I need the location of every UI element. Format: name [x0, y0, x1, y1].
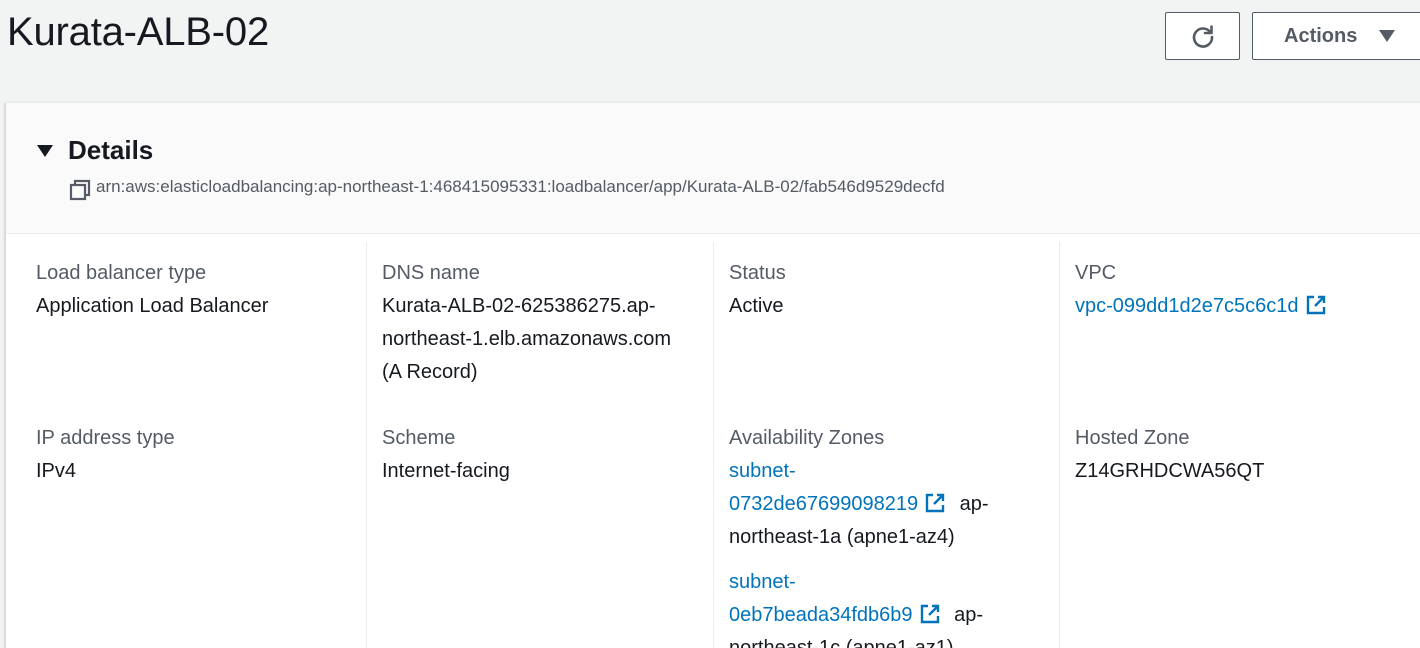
subnet-link[interactable]: 0eb7beada34fdb6b9 — [729, 604, 913, 626]
field-value: IPv4 — [36, 460, 77, 482]
page-title: Kurata-ALB-02 — [7, 10, 269, 54]
subnet-line: 0732de67699098219 ap- — [729, 488, 1049, 521]
status-value: Active — [729, 295, 784, 317]
field-label: VPC — [1075, 262, 1117, 284]
az-zone-name: northeast-1a (apne1-az4) — [729, 526, 955, 548]
field-scheme: Scheme Internet-facing — [382, 422, 702, 488]
az-zone-part: ap- — [959, 493, 989, 515]
field-value: Internet-facing — [382, 460, 510, 482]
az-zone-name: northeast-1c (apne1-az1) — [729, 637, 954, 648]
caret-down-icon — [1379, 30, 1396, 42]
field-label: Scheme — [382, 427, 456, 449]
details-heading[interactable]: Details — [68, 135, 153, 166]
field-label: DNS name — [382, 262, 480, 284]
az-zone-part: ap- — [954, 604, 983, 626]
subnet-line: subnet- — [729, 566, 1049, 599]
field-status: Status Active — [729, 257, 1049, 323]
field-dns-name: DNS name Kurata-ALB-02-625386275.ap- nor… — [382, 257, 702, 389]
subnet-link[interactable]: 0732de67699098219 — [729, 493, 918, 515]
external-link-icon[interactable] — [919, 603, 941, 625]
availability-zone-item: subnet- 0eb7beada34fdb6b9 ap- northeast-… — [729, 566, 1049, 648]
vpc-value: vpc-099dd1d2e7c5c6c1d — [1075, 290, 1395, 323]
arn-text: arn:aws:elasticloadbalancing:ap-northeas… — [96, 177, 945, 196]
dns-name-line: Kurata-ALB-02-625386275.ap- — [382, 295, 656, 317]
actions-button[interactable]: Actions — [1252, 12, 1420, 60]
dns-name-line: northeast-1.elb.amazonaws.com — [382, 328, 672, 350]
availability-zone-item: subnet- 0732de67699098219 ap- northeast-… — [729, 455, 1049, 554]
field-label: IP address type — [36, 427, 175, 449]
field-availability-zones: Availability Zones subnet- 0732de6769909… — [729, 422, 1049, 648]
page: Kurata-ALB-02 Actions Details arn:aws:el… — [0, 0, 1420, 648]
field-hosted-zone: Hosted Zone Z14GRHDCWA56QT — [1075, 422, 1395, 488]
external-link-icon[interactable] — [924, 492, 946, 514]
subnet-link-prefix[interactable]: subnet- — [729, 460, 796, 482]
column-divider — [713, 242, 714, 648]
subnet-link-prefix[interactable]: subnet- — [729, 571, 796, 593]
field-vpc: VPC vpc-099dd1d2e7c5c6c1d — [1075, 257, 1395, 323]
actions-button-label: Actions — [1284, 24, 1358, 47]
field-lb-type: Load balancer type Application Load Bala… — [36, 257, 356, 323]
copy-icon[interactable] — [69, 179, 91, 201]
subnet-line: subnet- — [729, 455, 1049, 488]
details-panel-header: Details arn:aws:elasticloadbalancing:ap-… — [6, 103, 1420, 234]
field-label: Availability Zones — [729, 427, 885, 449]
column-divider — [366, 242, 367, 648]
column-divider — [1059, 242, 1060, 648]
field-label: Status — [729, 262, 786, 284]
refresh-icon — [1192, 25, 1213, 48]
subnet-line: 0eb7beada34fdb6b9 ap- — [729, 599, 1049, 632]
dns-record-type: (A Record) — [382, 361, 478, 383]
external-link-icon[interactable] — [1305, 294, 1327, 316]
refresh-button[interactable] — [1165, 12, 1240, 60]
field-label: Load balancer type — [36, 262, 207, 284]
field-ip-address-type: IP address type IPv4 — [36, 422, 356, 488]
field-value: Z14GRHDCWA56QT — [1075, 460, 1265, 482]
field-label: Hosted Zone — [1075, 427, 1190, 449]
details-toggle-caret-icon[interactable] — [37, 145, 53, 157]
field-value: Application Load Balancer — [36, 295, 269, 317]
vpc-link[interactable]: vpc-099dd1d2e7c5c6c1d — [1075, 295, 1299, 317]
